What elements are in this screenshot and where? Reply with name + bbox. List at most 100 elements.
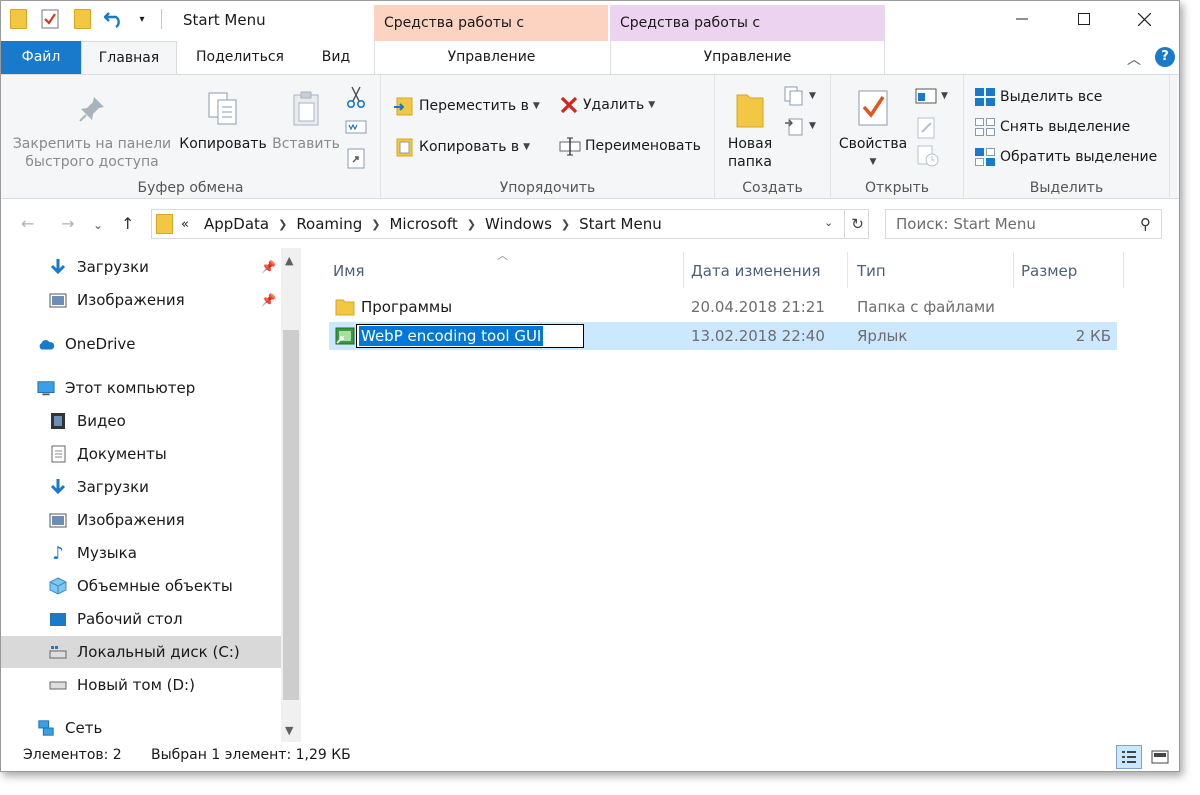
nav-label: Загрузки (77, 478, 149, 496)
nav-item-local-disk-c[interactable]: Локальный диск (C:) (1, 636, 281, 668)
breadcrumb-windows[interactable]: Windows (476, 215, 561, 233)
large-icons-view-icon[interactable] (1147, 745, 1173, 769)
nav-item-documents[interactable]: Документы (1, 438, 281, 470)
column-divider[interactable] (1013, 252, 1014, 288)
pin-icon[interactable]: 📌 (261, 260, 276, 274)
recent-locations-icon[interactable]: ⌄ (93, 218, 103, 232)
copy-to-button[interactable]: Копировать в ▼ (393, 136, 530, 158)
paste-icon (289, 89, 323, 129)
column-divider[interactable] (683, 252, 684, 288)
chevron-right-icon[interactable]: ❯ (561, 218, 570, 231)
tab-share[interactable]: Поделиться (183, 41, 297, 74)
properties-icon[interactable] (39, 7, 61, 31)
breadcrumb-roaming[interactable]: Roaming (287, 215, 371, 233)
invert-selection-button[interactable]: Обратить выделение (974, 147, 1157, 167)
edit-button[interactable] (917, 117, 937, 139)
nav-label: Объемные объекты (77, 577, 233, 595)
nav-item-desktop[interactable]: Рабочий стол (1, 603, 281, 635)
file-name: Программы (361, 298, 453, 316)
column-divider[interactable] (847, 252, 848, 288)
back-arrow-icon[interactable]: ← (21, 214, 34, 233)
forward-arrow-icon[interactable]: → (61, 214, 74, 233)
nav-item-music[interactable]: ♪ Музыка (1, 537, 281, 569)
chevron-right-icon[interactable]: ❯ (467, 218, 476, 231)
pictures-icon (49, 511, 67, 529)
cut-icon[interactable] (347, 85, 365, 109)
chevron-up-icon[interactable]: ▲ (285, 254, 293, 267)
nav-item-network[interactable]: Сеть (1, 712, 281, 744)
search-input[interactable]: Поиск: Start Menu ⚲ (885, 209, 1162, 239)
new-folder-icon[interactable] (71, 7, 93, 31)
tab-view[interactable]: Вид (301, 41, 371, 74)
breadcrumb-microsoft[interactable]: Microsoft (380, 215, 466, 233)
group-organize: Переместить в ▼ Копировать в ▼ Удалить ▼… (381, 75, 715, 199)
table-row-selected[interactable]: WebP encoding tool GUI 13.02.2018 22:40 … (329, 322, 1117, 350)
search-icon[interactable]: ⚲ (1140, 215, 1151, 233)
details-view-icon[interactable] (1116, 745, 1142, 769)
chevron-right-icon[interactable]: ❯ (278, 218, 287, 231)
properties-button[interactable]: Свойства ▼ (837, 89, 909, 171)
new-item-button[interactable]: ▼ (783, 85, 816, 107)
chevron-right-icon[interactable]: ❯ (371, 218, 380, 231)
breadcrumb-start-menu[interactable]: Start Menu (570, 215, 671, 233)
tab-home[interactable]: Главная (81, 41, 177, 75)
context-tab-app-tools[interactable]: Средства работы с приложениями (610, 5, 885, 67)
tab-manage-app[interactable]: Управление (610, 41, 885, 74)
copy-path-icon[interactable] (345, 119, 367, 135)
nav-item-pictures-pinned[interactable]: Изображения 📌 (1, 284, 281, 316)
table-row[interactable]: Программы 20.04.2018 21:21 Папка с файла… (329, 293, 1117, 321)
nav-item-videos[interactable]: Видео (1, 405, 281, 437)
rename-button[interactable]: Переименовать (559, 136, 701, 156)
up-arrow-icon[interactable]: ↑ (121, 214, 134, 233)
nav-item-onedrive[interactable]: OneDrive (1, 328, 281, 360)
address-bar[interactable]: « AppData ❯ Roaming ❯ Microsoft ❯ Window… (151, 209, 869, 239)
tab-file[interactable]: Файл (1, 41, 81, 74)
refresh-icon[interactable]: ↻ (844, 209, 870, 239)
maximize-button[interactable] (1061, 1, 1107, 37)
context-tab-shortcut-tools[interactable]: Средства работы с ярлыками (374, 5, 608, 67)
close-button[interactable] (1121, 1, 1167, 37)
nav-item-pictures[interactable]: Изображения (1, 504, 281, 536)
address-overflow-icon[interactable]: « (181, 217, 195, 232)
delete-button[interactable]: Удалить ▼ (559, 95, 655, 115)
customize-qat-icon[interactable]: ▾ (135, 7, 149, 31)
pin-quick-access-button[interactable]: Закрепить на панели быстрого доступа (11, 89, 173, 171)
column-divider[interactable] (1123, 252, 1124, 288)
new-folder-button[interactable]: Новая папка (723, 89, 777, 171)
open-button[interactable]: ▼ (915, 87, 948, 105)
nav-scrollbar-thumb[interactable] (283, 330, 299, 700)
copy-button[interactable]: Копировать (177, 89, 269, 153)
paste-shortcut-icon[interactable] (347, 147, 365, 169)
chevron-down-icon[interactable]: ▼ (285, 724, 293, 737)
help-icon[interactable]: ? (1155, 47, 1175, 67)
nav-label: Изображения (77, 511, 185, 529)
collapse-ribbon-icon[interactable]: ︿ (1127, 49, 1141, 69)
column-header-type[interactable]: Тип (857, 258, 1007, 284)
nav-scrollbar[interactable]: ▲ ▼ (281, 248, 301, 742)
nav-label: Этот компьютер (65, 379, 196, 397)
rename-input[interactable]: WebP encoding tool GUI (356, 324, 584, 348)
nav-item-this-pc[interactable]: Этот компьютер (1, 372, 281, 404)
column-header-name[interactable]: Имя (333, 258, 683, 284)
breadcrumb-appdata[interactable]: AppData (195, 215, 278, 233)
tab-manage-shortcut[interactable]: Управление (374, 41, 608, 74)
nav-label: Сеть (65, 719, 103, 737)
history-button[interactable] (917, 145, 939, 167)
easy-access-button[interactable]: ▼ (783, 115, 816, 137)
nav-item-new-volume-d[interactable]: Новый том (D:) (1, 669, 281, 701)
select-none-button[interactable]: Снять выделение (974, 117, 1130, 137)
nav-item-3d-objects[interactable]: Объемные объекты (1, 570, 281, 602)
copy-label: Копировать (179, 136, 267, 152)
undo-icon[interactable] (103, 7, 125, 31)
move-to-button[interactable]: Переместить в ▼ (393, 95, 540, 117)
nav-item-downloads-pinned[interactable]: Загрузки 📌 (1, 251, 281, 283)
select-all-button[interactable]: Выделить все (974, 87, 1102, 107)
nav-item-downloads[interactable]: Загрузки (1, 471, 281, 503)
network-icon (37, 719, 55, 737)
minimize-button[interactable] (999, 1, 1045, 37)
column-header-date[interactable]: Дата изменения (691, 258, 841, 284)
paste-button[interactable]: Вставить (271, 89, 341, 153)
column-header-size[interactable]: Размер (1021, 258, 1121, 284)
pin-icon[interactable]: 📌 (261, 293, 276, 307)
address-dropdown-icon[interactable]: ⌄ (824, 216, 833, 229)
